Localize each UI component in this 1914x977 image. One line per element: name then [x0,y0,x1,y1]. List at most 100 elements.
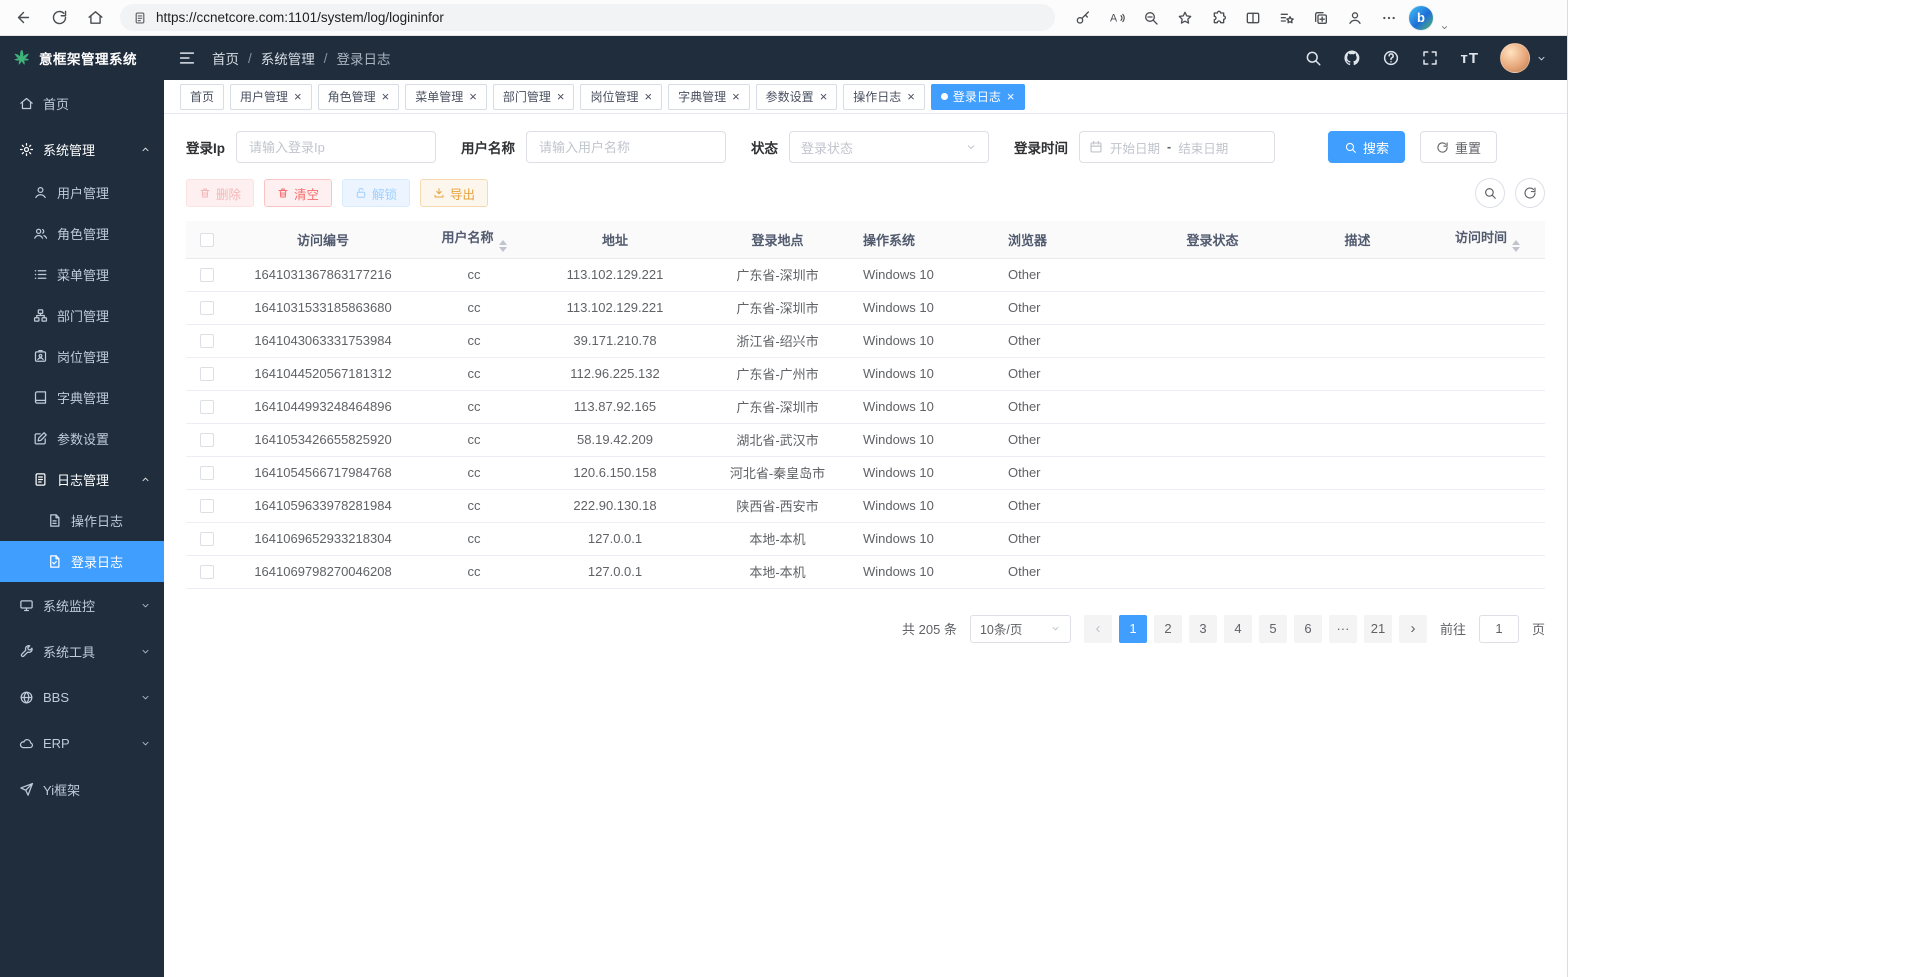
browser-home-button[interactable] [80,3,110,33]
sidebar-item[interactable]: 系统管理 [0,126,164,172]
page-number-button[interactable]: 5 [1259,615,1287,643]
sidebar-item[interactable]: 系统监控 [0,582,164,628]
tab-close-icon[interactable]: × [820,90,828,103]
page-number-button[interactable]: ··· [1329,615,1357,643]
username-input[interactable] [526,131,726,163]
row-checkbox[interactable] [200,466,214,480]
sort-caret-icon[interactable] [499,240,507,252]
select-all-checkbox[interactable] [200,233,214,247]
tab[interactable]: 参数设置 × [756,84,838,110]
unlock-button[interactable]: 解锁 [342,179,410,207]
row-checkbox[interactable] [200,301,214,315]
font-size-button[interactable]: тТ [1460,50,1479,67]
sidebar-item[interactable]: 岗位管理 [0,336,164,377]
header-search-button[interactable] [1304,49,1322,67]
sidebar-item[interactable]: 菜单管理 [0,254,164,295]
avatar[interactable] [1500,43,1530,73]
tab-close-icon[interactable]: × [557,90,565,103]
browser-menu-button[interactable] [1375,4,1403,32]
breadcrumb-item-system[interactable]: 系统管理 [261,48,315,68]
extensions-button[interactable] [1205,4,1233,32]
split-screen-button[interactable] [1239,4,1267,32]
sidebar-item[interactable]: 字典管理 [0,377,164,418]
tab-close-icon[interactable]: × [907,90,915,103]
bing-copilot-button[interactable]: b [1409,6,1433,30]
column-header-time[interactable]: 访问时间 [1430,221,1545,258]
row-checkbox[interactable] [200,334,214,348]
row-checkbox[interactable] [200,367,214,381]
page-number-button[interactable]: 1 [1119,615,1147,643]
url-text[interactable]: https://ccnetcore.com:1101/system/log/lo… [156,10,444,25]
sidebar-item[interactable]: 日志管理 [0,459,164,500]
tab-close-icon[interactable]: × [294,90,302,103]
sort-caret-icon[interactable] [1512,240,1520,252]
tab[interactable]: 字典管理 × [668,84,750,110]
help-button[interactable] [1382,49,1400,67]
page-number-button[interactable]: 6 [1294,615,1322,643]
tab-close-icon[interactable]: × [644,90,652,103]
favorites-bar-button[interactable] [1273,4,1301,32]
browser-refresh-button[interactable] [44,3,74,33]
row-checkbox[interactable] [200,565,214,579]
row-checkbox[interactable] [200,499,214,513]
next-page-button[interactable]: › [1399,615,1427,643]
page-number-button[interactable]: 4 [1224,615,1252,643]
tab[interactable]: 用户管理 × [230,84,312,110]
sidebar-toggle-button[interactable] [164,36,210,80]
breadcrumb-item-home[interactable]: 首页 [212,48,239,68]
page-info-icon[interactable] [133,11,147,25]
row-checkbox[interactable] [200,433,214,447]
collections-button[interactable] [1307,4,1335,32]
github-link-button[interactable] [1343,49,1361,67]
sidebar-item[interactable]: ERP [0,720,164,766]
page-number-button[interactable]: 3 [1189,615,1217,643]
bing-dropdown-caret-icon[interactable] [1440,23,1449,32]
tab-close-icon[interactable]: × [382,90,390,103]
clear-button[interactable]: 清空 [264,179,332,207]
sidebar-item[interactable]: 首页 [0,80,164,126]
tab[interactable]: 操作日志 × [843,84,925,110]
tab[interactable]: 登录日志 × [931,84,1025,110]
browser-back-button[interactable] [8,3,38,33]
read-aloud-button[interactable]: A [1103,4,1131,32]
tab-close-icon[interactable]: × [469,90,477,103]
fullscreen-button[interactable] [1421,49,1439,67]
password-manager-button[interactable] [1069,4,1097,32]
page-number-button[interactable]: 2 [1154,615,1182,643]
sidebar-item[interactable]: 参数设置 [0,418,164,459]
row-checkbox[interactable] [200,532,214,546]
tab-close-icon[interactable]: × [1007,90,1015,103]
add-favorite-button[interactable] [1171,4,1199,32]
tab-close-icon[interactable]: × [732,90,740,103]
login-ip-input[interactable] [236,131,436,163]
zoom-button[interactable] [1137,4,1165,32]
sidebar-item[interactable]: 部门管理 [0,295,164,336]
prev-page-button[interactable]: ‹ [1084,615,1112,643]
sidebar-item[interactable]: Yi框架 [0,766,164,812]
tab[interactable]: 首页 [180,84,224,110]
login-time-range-picker[interactable]: 开始日期 - 结束日期 [1079,131,1275,163]
tab[interactable]: 部门管理 × [493,84,575,110]
tab[interactable]: 角色管理 × [318,84,400,110]
browser-profile-button[interactable] [1341,4,1369,32]
tab[interactable]: 菜单管理 × [405,84,487,110]
row-checkbox[interactable] [200,268,214,282]
sidebar-item[interactable]: BBS [0,674,164,720]
sidebar-item[interactable]: 用户管理 [0,172,164,213]
tab[interactable]: 岗位管理 × [580,84,662,110]
sidebar-item[interactable]: 操作日志 [0,500,164,541]
address-bar[interactable]: https://ccnetcore.com:1101/system/log/lo… [120,4,1055,31]
user-avatar-menu[interactable] [1500,43,1547,73]
sidebar-item[interactable]: 角色管理 [0,213,164,254]
search-button[interactable]: 搜索 [1328,131,1405,163]
row-checkbox[interactable] [200,400,214,414]
refresh-table-button[interactable] [1515,178,1545,208]
reset-button[interactable]: 重置 [1420,131,1497,163]
toggle-search-button[interactable] [1475,178,1505,208]
page-size-select[interactable]: 10条/页 [970,615,1071,643]
column-header-user[interactable]: 用户名称 [418,221,530,258]
status-select[interactable]: 登录状态 [789,131,989,163]
sidebar-item[interactable]: 系统工具 [0,628,164,674]
page-number-button[interactable]: 21 [1364,615,1392,643]
sidebar-item[interactable]: 登录日志 [0,541,164,582]
